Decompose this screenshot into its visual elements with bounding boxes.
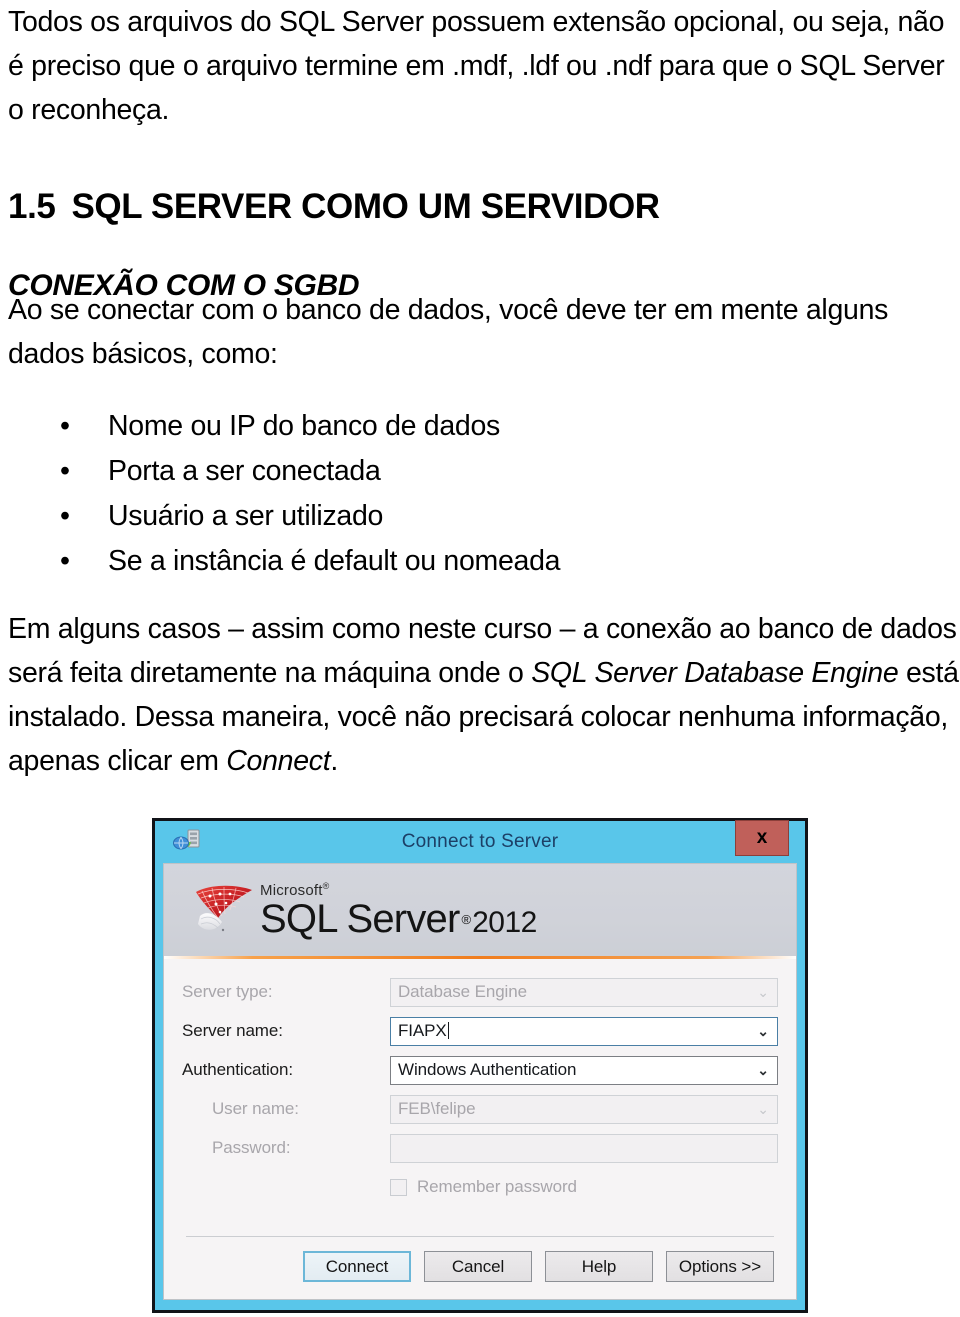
screenshot-figure: Connect to Server x Microsoft® SQL Serve… — [152, 818, 808, 1313]
section-number: 1.5 — [8, 187, 56, 227]
list-item: • Nome ou IP do banco de dados — [0, 404, 950, 449]
field-row-server-name: Server name: FIAPX ⌄ — [182, 1012, 778, 1050]
chevron-down-icon[interactable]: ⌄ — [757, 1063, 769, 1077]
section-title: SQL SERVER COMO UM SERVIDOR — [71, 187, 660, 227]
bullet-icon: • — [60, 500, 70, 532]
authentication-select[interactable]: Windows Authentication ⌄ — [390, 1055, 778, 1085]
bullet-icon: • — [60, 410, 70, 442]
connect-to-server-dialog: Connect to Server x Microsoft® SQL Serve… — [155, 820, 805, 1310]
field-row-user-name: User name: FEB\felipe ⌄ — [182, 1090, 778, 1128]
bullet-icon: • — [60, 545, 70, 577]
connect-button[interactable]: Connect — [303, 1251, 411, 1282]
chevron-down-icon[interactable]: ⌄ — [757, 1024, 769, 1038]
list-item: • Usuário a ser utilizado — [0, 494, 950, 539]
closing-paragraph: Em alguns casos – assim como neste curso… — [0, 607, 960, 783]
server-name-value: FIAPX — [398, 1021, 449, 1040]
brand-microsoft-label: Microsoft® — [260, 881, 330, 899]
authentication-label: Authentication: — [182, 1060, 293, 1079]
dialog-titlebar: Connect to Server x — [163, 820, 797, 863]
brand-header: Microsoft® SQL Server ® 2012 — [164, 864, 796, 959]
bullet-icon: • — [60, 455, 70, 487]
remember-password-label: Remember password — [417, 1177, 577, 1196]
brand-text: Microsoft® SQL Server ® 2012 — [260, 881, 537, 940]
brand-registered-mark: ® — [461, 912, 472, 927]
brand-year-label: 2012 — [472, 906, 537, 939]
server-connection-icon — [173, 829, 201, 855]
connect-paragraph: Ao se conectar com o banco de dados, voc… — [8, 294, 889, 370]
authentication-value: Windows Authentication — [398, 1060, 577, 1079]
server-name-input[interactable]: FIAPX ⌄ — [390, 1016, 778, 1046]
server-type-select[interactable]: Database Engine ⌄ — [390, 977, 778, 1007]
user-name-label: User name: — [212, 1099, 299, 1118]
server-name-label: Server name: — [182, 1021, 283, 1040]
list-item-label: Nome ou IP do banco de dados — [108, 410, 500, 442]
user-name-select[interactable]: FEB\felipe ⌄ — [390, 1094, 778, 1124]
field-row-password: Password: — [182, 1129, 778, 1167]
remember-password-checkbox[interactable] — [390, 1178, 407, 1196]
field-row-authentication: Authentication: Windows Authentication ⌄ — [182, 1051, 778, 1089]
list-item-label: Se a instância é default ou nomeada — [108, 545, 561, 577]
closing-text-italic2: Connect — [226, 745, 331, 777]
close-icon[interactable]: x — [735, 820, 789, 856]
intro-paragraph: Todos os arquivos do SQL Server possuem … — [8, 6, 945, 126]
user-name-value: FEB\felipe — [398, 1099, 476, 1118]
dialog-body: Microsoft® SQL Server ® 2012 Server type… — [163, 863, 797, 1300]
list-item: • Se a instância é default ou nomeada — [0, 539, 950, 584]
closing-text-italic1: SQL Server Database Engine — [531, 657, 899, 689]
brand-product-label: SQL Server — [260, 897, 460, 941]
brand-product-line: SQL Server ® 2012 — [260, 899, 537, 939]
help-button[interactable]: Help — [545, 1251, 653, 1282]
password-input[interactable] — [390, 1133, 778, 1163]
remember-password-row[interactable]: Remember password — [182, 1170, 778, 1204]
dialog-title: Connect to Server — [401, 831, 559, 852]
password-label: Password: — [212, 1138, 291, 1157]
options-button[interactable]: Options >> — [666, 1251, 774, 1282]
list-item-label: Porta a ser conectada — [108, 455, 381, 487]
dialog-button-row: Connect Cancel Help Options >> — [164, 1251, 796, 1282]
field-row-server-type: Server type: Database Engine ⌄ — [182, 973, 778, 1011]
cancel-button[interactable]: Cancel — [424, 1251, 532, 1282]
chevron-down-icon: ⌄ — [757, 1101, 769, 1117]
sql-server-logo-icon — [192, 880, 258, 942]
page-title: 1.5 SQL SERVER COMO UM SERVIDOR — [8, 184, 660, 230]
connection-data-list: • Nome ou IP do banco de dados • Porta a… — [0, 404, 950, 584]
list-item-label: Usuário a ser utilizado — [108, 500, 384, 532]
server-type-label: Server type: — [182, 982, 273, 1001]
button-separator — [186, 1236, 774, 1237]
text-caret — [447, 1022, 449, 1039]
connection-form: Server type: Database Engine ⌄ Server na… — [164, 959, 796, 1204]
list-item: • Porta a ser conectada — [0, 449, 950, 494]
chevron-down-icon: ⌄ — [757, 984, 769, 1000]
closing-text-part3: . — [330, 745, 338, 777]
server-type-value: Database Engine — [398, 982, 527, 1001]
